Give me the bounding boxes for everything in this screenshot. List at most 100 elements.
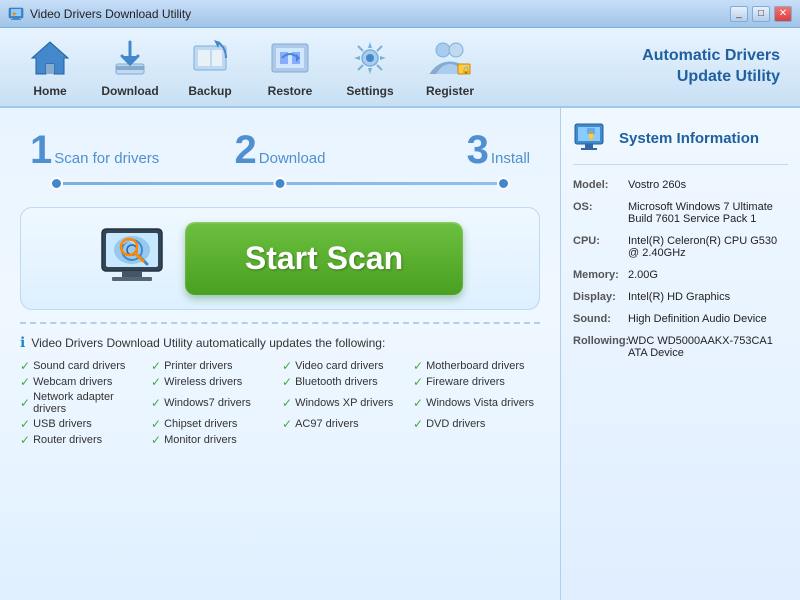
register-icon: 🔒 [428, 36, 472, 80]
driver-item: ✓AC97 drivers [282, 417, 409, 431]
toolbar-download[interactable]: Download [100, 36, 160, 98]
sysinfo-rows: Model:Vostro 260s OS:Microsoft Windows 7 … [573, 179, 788, 359]
check-icon: ✓ [413, 375, 423, 389]
check-icon: ✓ [413, 396, 423, 410]
driver-item: ✓Chipset drivers [151, 417, 278, 431]
sysinfo-row: Model:Vostro 260s [573, 179, 788, 191]
check-icon: ✓ [413, 417, 423, 431]
check-icon: ✓ [151, 417, 161, 431]
driver-item: ✓Printer drivers [151, 359, 278, 373]
driver-item: ✓Sound card drivers [20, 359, 147, 373]
sysinfo-value: Intel(R) Celeron(R) CPU G530 @ 2.40GHz [628, 235, 788, 259]
step3-label: Install [491, 150, 530, 167]
check-icon: ✓ [282, 417, 292, 431]
check-icon: ✓ [151, 359, 161, 373]
scan-computer-icon [97, 224, 177, 294]
info-title: ℹ Video Drivers Download Utility automat… [20, 334, 540, 351]
register-label: Register [426, 84, 474, 98]
sysinfo-value: Intel(R) HD Graphics [628, 291, 730, 303]
backup-label: Backup [188, 84, 231, 98]
driver-item: ✓Windows XP drivers [282, 391, 409, 415]
sysinfo-label: Memory: [573, 269, 628, 281]
svg-text:🔒: 🔒 [461, 66, 471, 75]
home-icon [28, 36, 72, 80]
check-icon: ✓ [20, 375, 30, 389]
driver-item: ✓Network adapter drivers [20, 391, 147, 415]
toolbar-restore[interactable]: Restore [260, 36, 320, 98]
start-scan-button[interactable]: Start Scan [185, 222, 463, 295]
sysinfo-label: Display: [573, 291, 628, 303]
driver-item: ✓DVD drivers [413, 417, 540, 431]
driver-item: ✓Video card drivers [282, 359, 409, 373]
driver-item: ✓Wireless drivers [151, 375, 278, 389]
check-icon: ✓ [282, 375, 292, 389]
check-icon: ✓ [151, 375, 161, 389]
sysinfo-row: Sound:High Definition Audio Device [573, 313, 788, 325]
restore-label: Restore [268, 84, 313, 98]
step2-num: 2 [235, 128, 257, 173]
restore-icon [268, 36, 312, 80]
sysinfo-icon: ✔ [573, 120, 609, 156]
sysinfo-value: High Definition Audio Device [628, 313, 767, 325]
driver-item: ✓Bluetooth drivers [282, 375, 409, 389]
toolbar-register[interactable]: 🔒 Register [420, 36, 480, 98]
toolbar-home[interactable]: Home [20, 36, 80, 98]
svg-text:✔: ✔ [589, 134, 596, 143]
home-label: Home [33, 84, 66, 98]
close-button[interactable]: ✕ [774, 6, 792, 22]
window-title: Video Drivers Download Utility [30, 7, 730, 21]
backup-icon [188, 36, 232, 80]
info-section: ℹ Video Drivers Download Utility automat… [20, 322, 540, 447]
driver-item: ✓Fireware drivers [413, 375, 540, 389]
settings-label: Settings [346, 84, 393, 98]
sysinfo-value: 2.00G [628, 269, 658, 281]
step1-label: Scan for drivers [54, 150, 159, 167]
sysinfo-title: System Information [619, 130, 759, 147]
sysinfo-row: Rollowing:WDC WD5000AAKX-753CA1 ATA Devi… [573, 335, 788, 359]
scan-area: Start Scan [20, 207, 540, 310]
driver-item: ✓USB drivers [20, 417, 147, 431]
check-icon: ✓ [20, 396, 30, 410]
check-icon: ✓ [151, 433, 161, 447]
step-2: 2 Download [197, 128, 364, 173]
check-icon: ✓ [413, 359, 423, 373]
settings-icon [348, 36, 392, 80]
sysinfo-label: Rollowing: [573, 335, 628, 359]
check-icon: ✓ [282, 359, 292, 373]
sysinfo-label: Sound: [573, 313, 628, 325]
check-icon: ✓ [20, 417, 30, 431]
app-icon: ▶ [8, 6, 24, 22]
sysinfo-header: ✔ System Information [573, 120, 788, 165]
main-area: 1 Scan for drivers 2 Download 3 Install [0, 108, 800, 600]
driver-item: ✓Windows7 drivers [151, 391, 278, 415]
sysinfo-value: Microsoft Windows 7 Ultimate Build 7601 … [628, 201, 788, 225]
download-label: Download [101, 84, 158, 98]
driver-item: ✓Monitor drivers [151, 433, 278, 447]
driver-item: ✓Motherboard drivers [413, 359, 540, 373]
sysinfo-row: OS:Microsoft Windows 7 Ultimate Build 76… [573, 201, 788, 225]
sysinfo-label: OS: [573, 201, 628, 225]
drivers-grid: ✓Sound card drivers ✓Printer drivers ✓Vide… [20, 359, 540, 447]
minimize-button[interactable]: _ [730, 6, 748, 22]
toolbar-settings[interactable]: Settings [340, 36, 400, 98]
sysinfo-label: CPU: [573, 235, 628, 259]
download-icon [108, 36, 152, 80]
sysinfo-value: Vostro 260s [628, 179, 686, 191]
check-icon: ✓ [20, 359, 30, 373]
toolbar-backup[interactable]: Backup [180, 36, 240, 98]
driver-item: ✓Webcam drivers [20, 375, 147, 389]
check-icon: ✓ [151, 396, 161, 410]
restore-button[interactable]: □ [752, 6, 770, 22]
step3-num: 3 [467, 128, 489, 173]
window-controls: _ □ ✕ [730, 6, 792, 22]
sysinfo-row: Memory:2.00G [573, 269, 788, 281]
sysinfo-value: WDC WD5000AAKX-753CA1 ATA Device [628, 335, 788, 359]
info-icon: ℹ [20, 334, 25, 351]
progress-line [20, 177, 540, 191]
driver-item: ✓Windows Vista drivers [413, 391, 540, 415]
sysinfo-row: CPU:Intel(R) Celeron(R) CPU G530 @ 2.40G… [573, 235, 788, 259]
check-icon: ✓ [282, 396, 292, 410]
check-icon: ✓ [20, 433, 30, 447]
sysinfo-row: Display:Intel(R) HD Graphics [573, 291, 788, 303]
steps-row: 1 Scan for drivers 2 Download 3 Install [20, 128, 540, 173]
